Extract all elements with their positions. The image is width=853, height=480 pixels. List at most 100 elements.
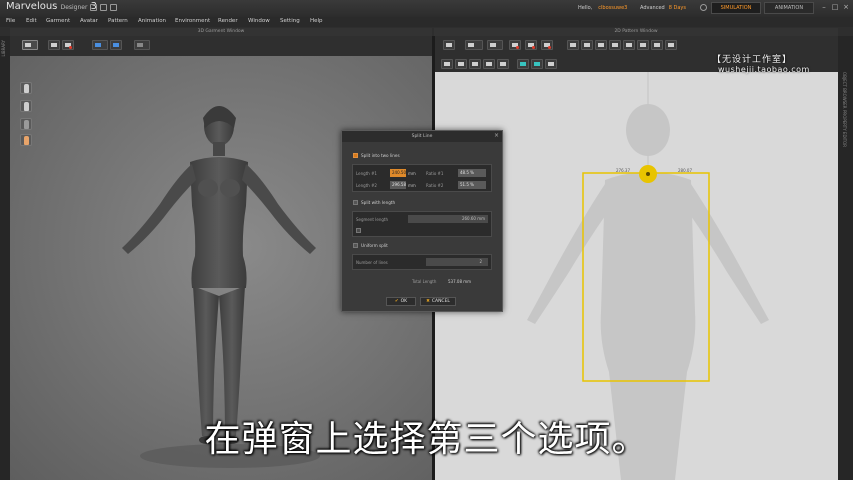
user-name[interactable]: clbossuwe3 xyxy=(598,5,627,11)
total-length-value: 537.08 mm xyxy=(448,279,472,284)
select-move-tool[interactable] xyxy=(22,40,38,50)
library-tab[interactable]: LIBRARY xyxy=(1,40,6,56)
rectangle-tool[interactable] xyxy=(525,40,537,50)
number-of-lines-input[interactable]: 2 xyxy=(426,258,488,266)
edit-point-tool[interactable] xyxy=(487,40,503,50)
uniform-split-label: Uniform split xyxy=(361,243,388,248)
seam-tool-3[interactable] xyxy=(595,40,607,50)
property-editor-tab[interactable]: PROPERTY EDITOR xyxy=(842,110,847,147)
menu-window[interactable]: Window xyxy=(248,18,270,24)
seam-tool-4[interactable] xyxy=(609,40,621,50)
texture-tool-2[interactable] xyxy=(531,59,543,69)
split-with-length-label: Split with length xyxy=(361,200,396,205)
save-icon[interactable] xyxy=(90,4,97,11)
length1-input[interactable]: 240.50 xyxy=(390,169,406,177)
transform-pattern-tool[interactable] xyxy=(443,40,455,50)
hello-label: Hello, xyxy=(578,5,593,11)
simulation-mode-button[interactable]: SIMULATION xyxy=(711,2,761,14)
garment-toolbar xyxy=(10,36,432,56)
watermark-url: wushejii.taobao.com xyxy=(718,65,810,74)
maximize-icon[interactable]: □ xyxy=(831,3,839,11)
uniform-split-checkbox[interactable] xyxy=(353,243,358,248)
redo-icon[interactable] xyxy=(110,4,117,11)
sewing-tool-5[interactable] xyxy=(497,59,509,69)
menu-file[interactable]: File xyxy=(6,18,15,24)
garment-window-header: 3D Garment Window xyxy=(10,28,432,36)
segment-length-label: Segment length xyxy=(356,217,389,222)
seam-tool-2[interactable] xyxy=(581,40,593,50)
split-two-lines-checkbox[interactable] xyxy=(353,153,358,158)
select-mesh-tool[interactable] xyxy=(48,40,60,50)
settings-icon[interactable] xyxy=(700,4,707,11)
arrange-tool[interactable] xyxy=(92,40,108,50)
texture-tool-3[interactable] xyxy=(545,59,557,69)
avatar-hair-icon[interactable] xyxy=(20,118,32,130)
ratio1-label: Ratio #1 xyxy=(426,171,444,176)
close-icon[interactable]: × xyxy=(842,3,850,11)
title-bar: Marvelous Designer 3 Hello, clbossuwe3 Ad… xyxy=(0,0,853,17)
menu-setting[interactable]: Setting xyxy=(280,18,300,24)
license-type: Advanced xyxy=(640,5,665,11)
undo-icon[interactable] xyxy=(100,4,107,11)
polygon-tool[interactable] xyxy=(509,40,521,50)
menu-help[interactable]: Help xyxy=(310,18,323,24)
dialog-title: Split Line xyxy=(342,131,502,142)
animation-mode-button[interactable]: ANIMATION xyxy=(764,2,814,14)
edit-pattern-tool[interactable] xyxy=(465,40,483,50)
avatar-body-icon[interactable] xyxy=(20,100,32,112)
cancel-button[interactable]: ✖ CANCEL xyxy=(420,297,456,306)
menu-render[interactable]: Render xyxy=(218,18,238,24)
sewing-tool-4[interactable] xyxy=(483,59,495,69)
app-sub: Designer xyxy=(60,4,88,11)
length1-unit: mm xyxy=(408,171,416,176)
seam-tool-1[interactable] xyxy=(567,40,579,50)
seam-tool-8[interactable] xyxy=(665,40,677,50)
menu-avatar[interactable]: Avatar xyxy=(80,18,98,24)
split-two-lines-label: Split into two lines xyxy=(361,153,400,158)
license-days: 8 Days xyxy=(668,5,686,11)
segment-length-right: 280.07 xyxy=(678,168,692,173)
menu-pattern[interactable]: Pattern xyxy=(108,18,128,24)
ratio2-label: Ratio #2 xyxy=(426,183,444,188)
length2-unit: mm xyxy=(408,183,416,188)
app-title: Marvelous Designer 3 xyxy=(6,1,97,12)
object-browser-tab[interactable]: OBJECT BROWSER xyxy=(842,72,847,109)
sewing-tool-1[interactable] xyxy=(441,59,453,69)
total-length-label: Total Length xyxy=(412,279,437,284)
app-window: Marvelous Designer 3 Hello, clbossuwe3 Ad… xyxy=(0,0,853,480)
avatar-skin-icon[interactable] xyxy=(20,134,32,146)
sewing-tool-2[interactable] xyxy=(455,59,467,69)
split-line-dialog: Split Line × Split into two lines Length… xyxy=(341,130,503,312)
seam-tool-6[interactable] xyxy=(637,40,649,50)
length2-label: Length #2 xyxy=(356,183,377,188)
pattern-window-header: 2D Pattern Window xyxy=(434,28,838,36)
arrange-point-tool[interactable] xyxy=(110,40,122,50)
circle-tool[interactable] xyxy=(541,40,553,50)
avatar-library-icon[interactable] xyxy=(20,82,32,94)
segment-length-option-checkbox[interactable] xyxy=(356,228,361,233)
dialog-close-icon[interactable]: × xyxy=(494,132,499,139)
texture-tool-1[interactable] xyxy=(517,59,529,69)
length2-input[interactable]: 296.58 xyxy=(390,181,406,189)
pin-tool[interactable] xyxy=(134,40,150,50)
license-info: Advanced 8 Days xyxy=(640,5,686,11)
split-with-length-checkbox[interactable] xyxy=(353,200,358,205)
menu-edit[interactable]: Edit xyxy=(26,18,37,24)
user-greeting: Hello, clbossuwe3 xyxy=(578,5,627,11)
x-icon: ✖ xyxy=(426,299,430,304)
ratio1-input[interactable]: 48.5 % xyxy=(458,169,486,177)
sewing-tool-3[interactable] xyxy=(469,59,481,69)
ok-label: OK xyxy=(400,299,408,304)
menu-environment[interactable]: Environment xyxy=(175,18,210,24)
segment-length-input[interactable]: 260.60 mm xyxy=(408,215,488,223)
menu-garment[interactable]: Garment xyxy=(46,18,70,24)
ok-button[interactable]: ✔ OK xyxy=(386,297,416,306)
minimize-icon[interactable]: – xyxy=(820,3,828,11)
menu-animation[interactable]: Animation xyxy=(138,18,166,24)
seam-tool-5[interactable] xyxy=(623,40,635,50)
fold-tool[interactable] xyxy=(62,40,74,50)
cancel-label: CANCEL xyxy=(431,299,450,304)
menu-bar: File Edit Garment Avatar Pattern Animati… xyxy=(0,17,853,27)
ratio2-input[interactable]: 51.5 % xyxy=(458,181,486,189)
seam-tool-7[interactable] xyxy=(651,40,663,50)
